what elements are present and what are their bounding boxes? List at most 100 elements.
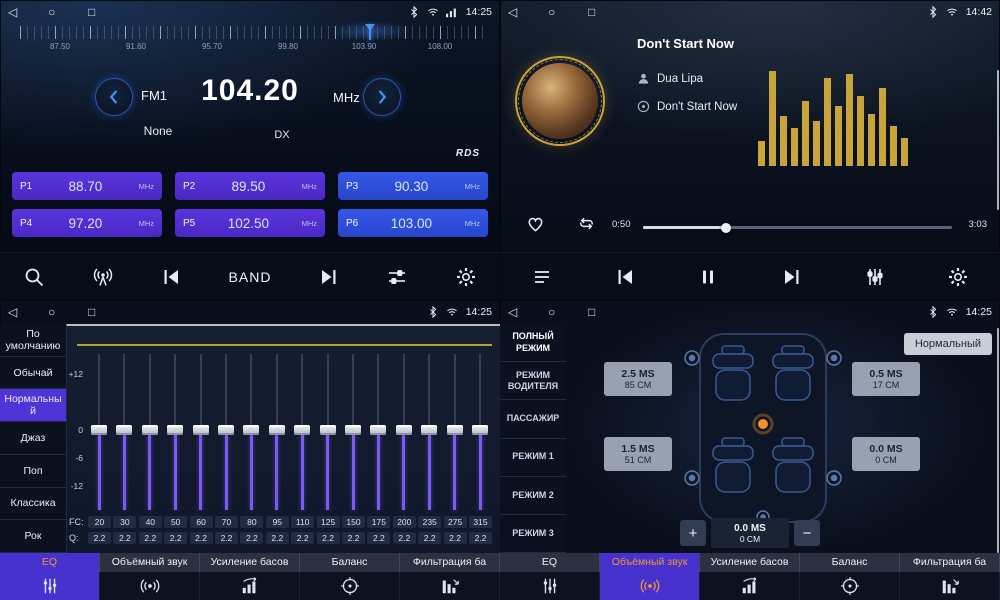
increase-delay-button[interactable]: + (680, 520, 706, 546)
eq-band-slider[interactable] (166, 354, 184, 510)
eq-preset-item[interactable]: Нормальный (0, 389, 66, 422)
scrollbar[interactable] (997, 328, 999, 553)
eq-band-slider[interactable] (293, 354, 311, 510)
slider-knob[interactable] (447, 425, 463, 435)
field-mode-item[interactable]: ПОЛНЫЙ РЕЖИМ (500, 324, 566, 362)
nav-home-icon[interactable]: ○ (548, 305, 588, 319)
previous-track-icon[interactable] (614, 266, 636, 288)
scrollbar[interactable] (997, 70, 999, 210)
slider-knob[interactable] (116, 425, 132, 435)
slider-knob[interactable] (142, 425, 158, 435)
delay-front-right[interactable]: 0.5 MS 17 CM (852, 362, 920, 396)
broadcast-scan-icon[interactable] (92, 266, 114, 288)
delay-front-left[interactable]: 2.5 MS 85 CM (604, 362, 672, 396)
preset-button-p6[interactable]: P6103.00MHz (338, 209, 488, 237)
band-button[interactable]: BAND (229, 269, 272, 285)
next-track-icon[interactable] (781, 266, 803, 288)
nav-home-icon[interactable]: ○ (548, 5, 588, 19)
slider-knob[interactable] (345, 425, 361, 435)
slider-knob[interactable] (218, 425, 234, 435)
preset-button-p4[interactable]: P497.20MHz (12, 209, 162, 237)
tune-up-button[interactable] (363, 78, 401, 116)
audio-tab-1[interactable]: Объёмный звук (600, 553, 700, 600)
field-mode-item[interactable]: РЕЖИМ 3 (500, 515, 566, 553)
nav-back-icon[interactable]: ◁ (8, 5, 48, 19)
eq-preset-item[interactable]: По умолчанию (0, 324, 66, 357)
eq-preset-item[interactable]: Джаз (0, 422, 66, 455)
nav-recents-icon[interactable]: □ (88, 5, 128, 19)
settings-gear-icon[interactable] (947, 266, 969, 288)
field-preset-button[interactable]: Нормальный (904, 333, 992, 355)
slider-knob[interactable] (396, 425, 412, 435)
nav-recents-icon[interactable]: □ (88, 305, 128, 319)
slider-knob[interactable] (167, 425, 183, 435)
slider-knob[interactable] (294, 425, 310, 435)
pause-icon[interactable] (697, 266, 719, 288)
slider-knob[interactable] (193, 425, 209, 435)
audio-tab-4[interactable]: Фильтрация ба (900, 553, 1000, 600)
eq-band-slider[interactable] (242, 354, 260, 510)
eq-preset-item[interactable]: Рок (0, 520, 66, 553)
eq-preset-item[interactable]: Поп (0, 455, 66, 488)
preset-button-p5[interactable]: P5102.50MHz (175, 209, 325, 237)
audio-tab-4[interactable]: Фильтрация ба (400, 553, 500, 600)
preset-button-p3[interactable]: P390.30MHz (338, 172, 488, 200)
eq-band-slider[interactable] (344, 354, 362, 510)
audio-tab-2[interactable]: Усиление басов (700, 553, 800, 600)
progress-knob[interactable] (721, 223, 731, 233)
favorite-heart-icon[interactable] (525, 213, 546, 234)
eq-band-slider[interactable] (319, 354, 337, 510)
eq-band-slider[interactable] (268, 354, 286, 510)
repeat-icon[interactable] (576, 213, 597, 234)
delay-rear-right[interactable]: 0.0 MS 0 CM (852, 437, 920, 471)
audio-tab-3[interactable]: Баланс (800, 553, 900, 600)
playlist-icon[interactable] (531, 266, 553, 288)
decrease-delay-button[interactable]: − (794, 520, 820, 546)
next-track-icon[interactable] (318, 266, 340, 288)
progress-bar[interactable] (643, 226, 952, 229)
selected-delay-value[interactable]: 0.0 MS 0 CM (711, 518, 789, 548)
audio-tab-1[interactable]: Объёмный звук (100, 553, 200, 600)
eq-band-slider[interactable] (217, 354, 235, 510)
field-mode-item[interactable]: РЕЖИМ 1 (500, 439, 566, 477)
slider-knob[interactable] (320, 425, 336, 435)
eq-preset-item[interactable]: Обычай (0, 357, 66, 390)
nav-recents-icon[interactable]: □ (588, 305, 628, 319)
eq-band-slider[interactable] (192, 354, 210, 510)
slider-knob[interactable] (421, 425, 437, 435)
slider-knob[interactable] (370, 425, 386, 435)
eq-band-slider[interactable] (446, 354, 464, 510)
audio-tab-0[interactable]: EQ (0, 553, 100, 600)
slider-knob[interactable] (243, 425, 259, 435)
search-icon[interactable] (23, 266, 45, 288)
audio-tab-3[interactable]: Баланс (300, 553, 400, 600)
nav-back-icon[interactable]: ◁ (508, 5, 548, 19)
preset-button-p1[interactable]: P188.70MHz (12, 172, 162, 200)
settings-gear-icon[interactable] (455, 266, 477, 288)
nav-back-icon[interactable]: ◁ (508, 305, 548, 319)
tune-down-button[interactable] (95, 78, 133, 116)
previous-track-icon[interactable] (160, 266, 182, 288)
field-mode-item[interactable]: РЕЖИМ 2 (500, 477, 566, 515)
delay-rear-left[interactable]: 1.5 MS 51 CM (604, 437, 672, 471)
preset-button-p2[interactable]: P289.50MHz (175, 172, 325, 200)
eq-band-slider[interactable] (90, 354, 108, 510)
album-art[interactable] (515, 56, 605, 146)
eq-band-slider[interactable] (395, 354, 413, 510)
slider-knob[interactable] (91, 425, 107, 435)
nav-recents-icon[interactable]: □ (588, 5, 628, 19)
audio-tab-2[interactable]: Усиление басов (200, 553, 300, 600)
slider-knob[interactable] (472, 425, 488, 435)
eq-band-slider[interactable] (369, 354, 387, 510)
equalizer-sliders-icon[interactable] (864, 266, 886, 288)
eq-preset-item[interactable]: Классика (0, 488, 66, 521)
eq-band-slider[interactable] (141, 354, 159, 510)
eq-band-slider[interactable] (420, 354, 438, 510)
field-mode-item[interactable]: РЕЖИМ ВОДИТЕЛЯ (500, 362, 566, 400)
nav-back-icon[interactable]: ◁ (8, 305, 48, 319)
nav-home-icon[interactable]: ○ (48, 5, 88, 19)
eq-band-slider[interactable] (115, 354, 133, 510)
audio-tab-0[interactable]: EQ (500, 553, 600, 600)
nav-home-icon[interactable]: ○ (48, 305, 88, 319)
field-mode-item[interactable]: ПАССАЖИР (500, 400, 566, 438)
